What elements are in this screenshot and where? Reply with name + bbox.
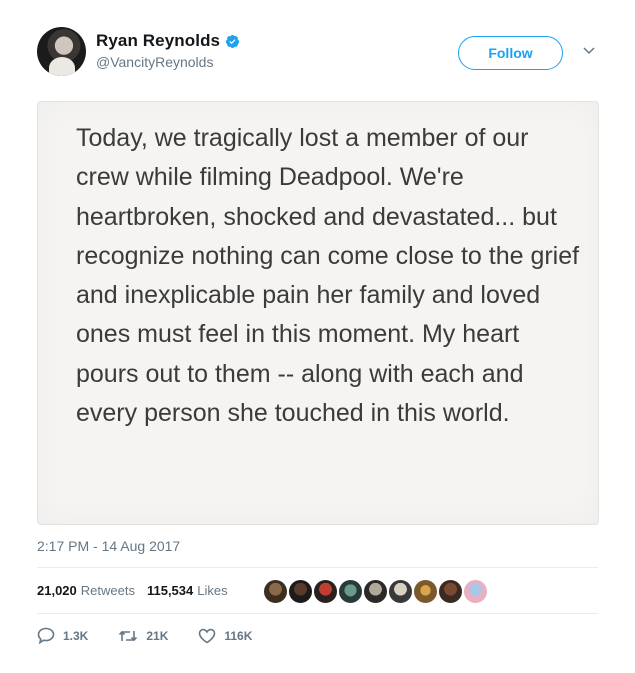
tweet-timestamp[interactable]: 2:17 PM - 14 Aug 2017	[37, 538, 180, 554]
like-count: 116K	[224, 628, 253, 643]
avatar[interactable]	[37, 27, 86, 76]
reply-icon	[37, 627, 55, 644]
liker-avatars	[262, 578, 489, 605]
follow-button[interactable]: Follow	[458, 36, 563, 70]
liker-avatar[interactable]	[337, 578, 364, 605]
tweet-header: Ryan Reynolds @VancityReynolds Follow	[37, 27, 607, 79]
heart-icon	[199, 628, 216, 643]
liker-avatar[interactable]	[387, 578, 414, 605]
chevron-down-icon[interactable]	[582, 43, 596, 57]
divider	[37, 613, 598, 614]
liker-avatar[interactable]	[312, 578, 339, 605]
likes-stat[interactable]: 115,534 Likes	[147, 583, 228, 598]
reply-count: 1.3K	[63, 628, 89, 643]
tweet-image-card[interactable]: Today, we tragically lost a member of ou…	[37, 101, 599, 525]
liker-avatar[interactable]	[437, 578, 464, 605]
retweets-label: Retweets	[80, 583, 135, 598]
retweet-count: 21K	[146, 628, 169, 643]
likes-label: Likes	[197, 583, 228, 598]
verified-badge-icon	[226, 34, 240, 48]
retweet-icon	[119, 630, 138, 641]
liker-avatar[interactable]	[462, 578, 489, 605]
user-name[interactable]: Ryan Reynolds	[96, 31, 220, 51]
name-row: Ryan Reynolds	[96, 31, 240, 51]
tweet-actions: 1.3K 21K 116K	[37, 627, 282, 644]
likes-count: 115,534	[146, 583, 194, 598]
liker-avatar[interactable]	[262, 578, 289, 605]
liker-avatar[interactable]	[412, 578, 439, 605]
reply-action[interactable]: 1.3K	[37, 627, 88, 644]
user-handle[interactable]: @VancityReynolds	[96, 54, 213, 70]
like-action[interactable]: 116K	[198, 628, 252, 644]
tweet-image-text: Today, we tragically lost a member of ou…	[76, 124, 580, 428]
divider	[37, 567, 598, 568]
tweet-stats: 21,020 Retweets 115,534 Likes	[37, 583, 240, 598]
retweets-count: 21,020	[37, 583, 77, 598]
liker-avatar[interactable]	[362, 578, 389, 605]
liker-avatar[interactable]	[287, 578, 314, 605]
retweet-action[interactable]: 21K	[118, 628, 168, 644]
retweets-stat[interactable]: 21,020 Retweets	[37, 583, 135, 598]
